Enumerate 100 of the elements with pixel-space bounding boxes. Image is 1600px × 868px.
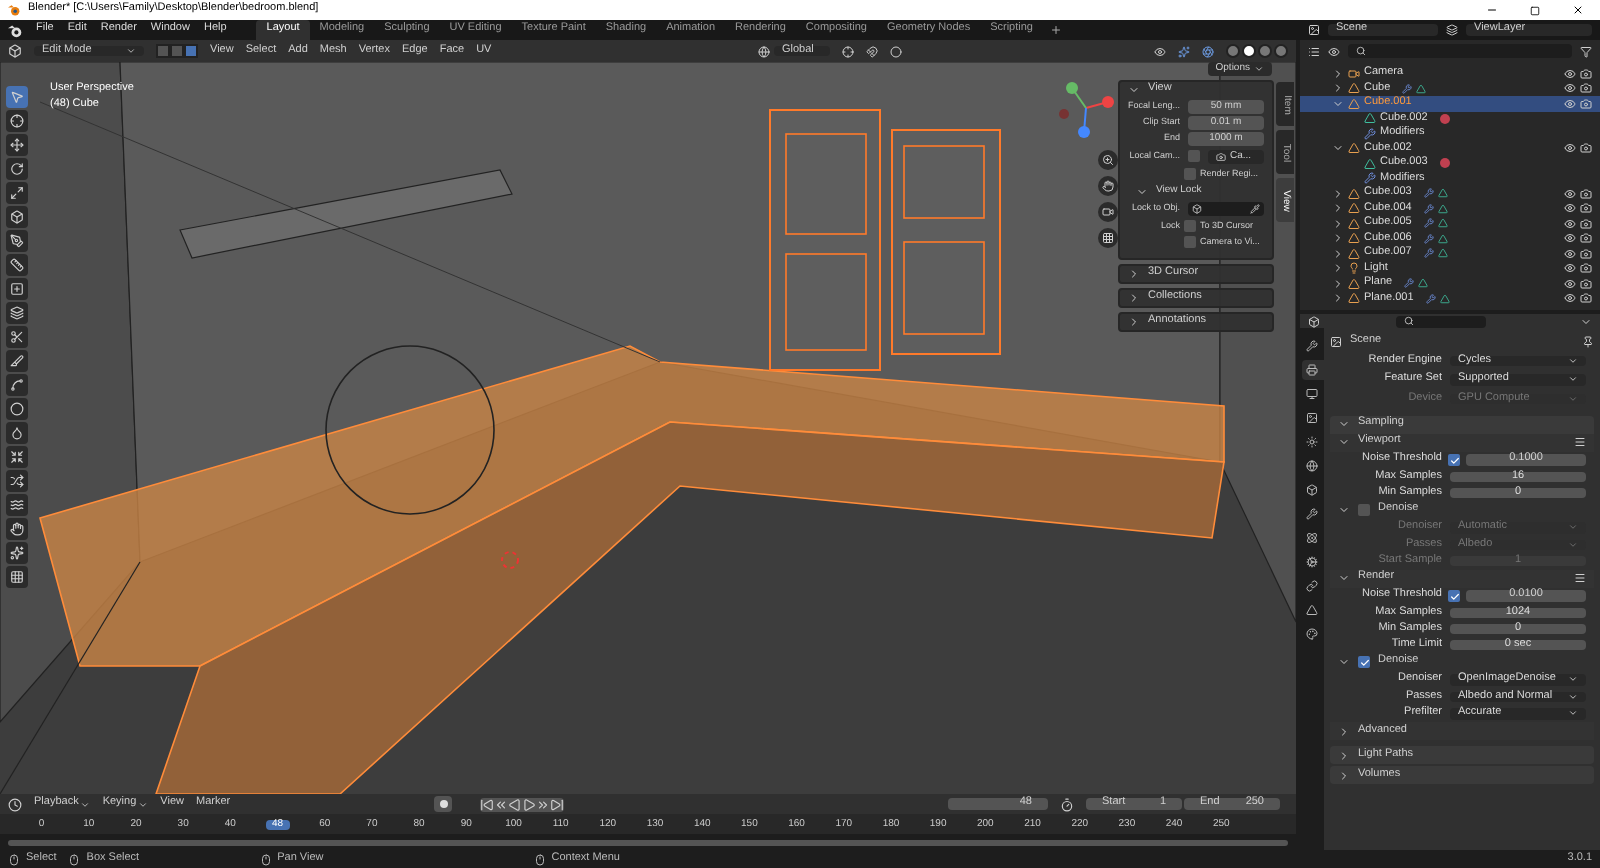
tool-button[interactable]	[6, 398, 28, 420]
hand-icon[interactable]	[1102, 180, 1114, 192]
scrollbar[interactable]	[8, 839, 1288, 845]
search-field[interactable]	[1348, 44, 1572, 58]
stopwatch-icon[interactable]	[1060, 797, 1074, 811]
tool-button[interactable]	[6, 494, 28, 516]
visibility-icon[interactable]	[1154, 45, 1166, 57]
properties-tab[interactable]	[1301, 552, 1323, 572]
tool-button[interactable]	[6, 206, 28, 228]
eye-icon[interactable]	[1564, 232, 1576, 245]
checkbox[interactable]	[1184, 168, 1196, 180]
tool-button[interactable]	[6, 86, 28, 108]
eye-icon[interactable]	[1564, 187, 1576, 200]
tool-button[interactable]	[6, 326, 28, 348]
close-icon[interactable]	[1572, 4, 1584, 16]
tool-button[interactable]	[6, 302, 28, 324]
eye-icon[interactable]	[1564, 67, 1576, 80]
tool-button[interactable]	[6, 110, 28, 132]
properties-tab[interactable]	[1301, 528, 1323, 548]
jump-start-icon[interactable]	[480, 797, 494, 811]
eye-icon[interactable]	[1564, 202, 1576, 215]
subpanel-toggle[interactable]	[1338, 504, 1350, 516]
properties-tab[interactable]	[1301, 624, 1323, 644]
tool-button[interactable]	[6, 254, 28, 276]
checkbox[interactable]	[1448, 590, 1460, 602]
axis-gizmo-icon[interactable]	[1056, 78, 1116, 138]
properties-tab[interactable]	[1301, 600, 1323, 620]
filter-icon[interactable]	[1580, 45, 1592, 57]
filter-view-icon[interactable]	[1328, 45, 1340, 57]
eye-icon[interactable]	[1564, 82, 1576, 95]
tool-button[interactable]	[6, 518, 28, 540]
tool-button[interactable]	[6, 182, 28, 204]
properties-tab[interactable]	[1301, 336, 1323, 356]
grid-icon[interactable]	[1102, 232, 1114, 244]
checkbox[interactable]	[1188, 150, 1200, 162]
add-workspace-icon[interactable]	[1050, 24, 1063, 36]
render-camera-icon[interactable]	[1580, 202, 1592, 215]
gizmo-icon[interactable]	[1178, 45, 1190, 57]
eye-icon[interactable]	[1564, 97, 1576, 110]
properties-tab[interactable]	[1301, 576, 1323, 596]
overlay-icon[interactable]	[1202, 45, 1214, 57]
camera-view-icon[interactable]	[1102, 206, 1114, 218]
checkbox[interactable]	[1358, 504, 1370, 516]
render-camera-icon[interactable]	[1580, 232, 1592, 245]
render-camera-icon[interactable]	[1580, 82, 1592, 95]
eye-icon[interactable]	[1564, 262, 1576, 275]
properties-tab[interactable]	[1301, 360, 1323, 380]
tool-button[interactable]	[6, 230, 28, 252]
render-camera-icon[interactable]	[1580, 187, 1592, 200]
object-field[interactable]	[1188, 202, 1264, 216]
tool-button[interactable]	[6, 158, 28, 180]
render-camera-icon[interactable]	[1580, 277, 1592, 290]
jump-end-icon[interactable]	[550, 797, 564, 811]
options-icon[interactable]	[1580, 315, 1592, 327]
tool-button[interactable]	[6, 278, 28, 300]
tool-button[interactable]	[6, 566, 28, 588]
pin-icon[interactable]	[1582, 335, 1594, 347]
blender-logo-icon[interactable]	[8, 23, 22, 37]
shading-button[interactable]	[1242, 44, 1256, 58]
eye-icon[interactable]	[1564, 292, 1576, 305]
checkbox[interactable]	[1448, 454, 1460, 466]
eye-icon[interactable]	[1564, 217, 1576, 230]
properties-tab[interactable]	[1301, 504, 1323, 524]
clock-icon[interactable]	[8, 797, 22, 811]
tool-button[interactable]	[6, 350, 28, 372]
tool-button[interactable]	[6, 374, 28, 396]
play-icon[interactable]	[522, 797, 536, 811]
tool-button[interactable]	[6, 446, 28, 468]
render-camera-icon[interactable]	[1580, 97, 1592, 110]
properties-tab[interactable]	[1301, 480, 1323, 500]
select-mode-button[interactable]	[184, 44, 198, 58]
tool-button[interactable]	[6, 422, 28, 444]
search-field[interactable]	[1396, 315, 1486, 327]
next-keyframe-icon[interactable]	[536, 797, 550, 811]
tool-button[interactable]	[6, 134, 28, 156]
snap-icon[interactable]	[866, 45, 878, 57]
render-camera-icon[interactable]	[1580, 217, 1592, 230]
render-camera-icon[interactable]	[1580, 247, 1592, 260]
render-camera-icon[interactable]	[1580, 67, 1592, 80]
checkbox[interactable]	[1358, 656, 1370, 668]
play-reverse-icon[interactable]	[508, 797, 522, 811]
properties-tab[interactable]	[1301, 408, 1323, 428]
render-camera-icon[interactable]	[1580, 142, 1592, 155]
proportional-edit-icon[interactable]	[890, 45, 902, 57]
pivot-icon[interactable]	[842, 45, 854, 57]
checkbox[interactable]	[1184, 236, 1196, 248]
previous-keyframe-icon[interactable]	[494, 797, 508, 811]
record-icon[interactable]	[439, 800, 447, 808]
render-camera-icon[interactable]	[1580, 262, 1592, 275]
checkbox[interactable]	[1184, 220, 1196, 232]
eye-icon[interactable]	[1564, 277, 1576, 290]
display-mode-icon[interactable]	[1308, 45, 1320, 57]
editor-type-icon[interactable]	[1308, 315, 1320, 327]
editor-type-icon[interactable]	[8, 44, 22, 58]
render-camera-icon[interactable]	[1580, 292, 1592, 305]
eye-icon[interactable]	[1564, 142, 1576, 155]
maximize-icon[interactable]	[1530, 5, 1540, 15]
minimize-icon[interactable]	[1486, 4, 1498, 16]
subpanel-toggle[interactable]	[1338, 656, 1350, 668]
tool-button[interactable]	[6, 470, 28, 492]
